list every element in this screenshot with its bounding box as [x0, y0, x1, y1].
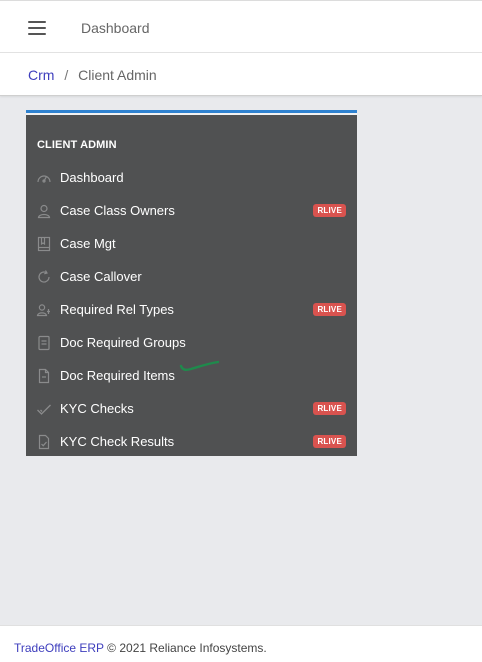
- menu-item-case-mgt[interactable]: Case Mgt: [26, 228, 357, 261]
- hamburger-icon[interactable]: [28, 21, 46, 35]
- menu-item-label: Case Mgt: [60, 236, 116, 251]
- menu-item-case-callover[interactable]: Case Callover: [26, 261, 357, 294]
- footer: TradeOffice ERP © 2021 Reliance Infosyst…: [0, 625, 482, 662]
- menu-item-label: Case Callover: [60, 269, 142, 284]
- menu-item-label: Dashboard: [60, 170, 124, 185]
- status-badge: RLIVE: [313, 435, 346, 448]
- speedometer-icon: [36, 170, 52, 186]
- menu-item-label: KYC Checks: [60, 401, 134, 416]
- status-badge: RLIVE: [313, 303, 346, 316]
- breadcrumb-current: Client Admin: [78, 67, 157, 83]
- breadcrumb-crm-link[interactable]: Crm: [28, 67, 54, 83]
- panel-top-strip: [26, 113, 357, 115]
- menu-item-dashboard[interactable]: Dashboard: [26, 162, 357, 195]
- green-check-mark-icon: [179, 360, 220, 372]
- panel-title: CLIENT ADMIN: [37, 139, 117, 151]
- menu-item-doc-required-groups[interactable]: Doc Required Groups: [26, 327, 357, 360]
- check-icon: [36, 401, 52, 417]
- breadcrumb-bar: Crm / Client Admin: [0, 53, 482, 96]
- menu-item-doc-required-items[interactable]: Doc Required Items: [26, 360, 357, 393]
- top-navbar: Dashboard: [0, 0, 482, 53]
- status-badge: RLIVE: [313, 402, 346, 415]
- footer-text: TradeOffice ERP © 2021 Reliance Infosyst…: [14, 641, 267, 655]
- status-badge: RLIVE: [313, 204, 346, 217]
- refresh-icon: [36, 269, 52, 285]
- client-admin-menu-panel: CLIENT ADMIN Dashboard Case Class Owners…: [26, 110, 357, 456]
- menu-item-label: KYC Check Results: [60, 434, 175, 449]
- menu-item-label: Doc Required Items: [60, 368, 175, 383]
- menu-item-required-rel-types[interactable]: Required Rel Types RLIVE: [26, 294, 357, 327]
- user-icon: [36, 203, 52, 219]
- footer-brand-link[interactable]: TradeOffice ERP: [14, 641, 104, 655]
- menu-item-label: Doc Required Groups: [60, 335, 186, 350]
- dashboard-nav-link[interactable]: Dashboard: [81, 20, 150, 36]
- footer-copyright: © 2021 Reliance Infosystems.: [107, 641, 267, 655]
- menu-item-kyc-checks[interactable]: KYC Checks RLIVE: [26, 393, 357, 426]
- breadcrumb: Crm / Client Admin: [28, 67, 157, 83]
- menu-item-kyc-check-results[interactable]: KYC Check Results RLIVE: [26, 426, 357, 459]
- user-link-icon: [36, 302, 52, 318]
- document-icon: [36, 368, 52, 384]
- menu-item-label: Case Class Owners: [60, 203, 175, 218]
- menu-item-label: Required Rel Types: [60, 302, 174, 317]
- document-check-icon: [36, 434, 52, 450]
- breadcrumb-separator: /: [64, 67, 69, 83]
- menu-item-case-class-owners[interactable]: Case Class Owners RLIVE: [26, 195, 357, 228]
- document-list-icon: [36, 335, 52, 351]
- book-icon: [36, 236, 52, 252]
